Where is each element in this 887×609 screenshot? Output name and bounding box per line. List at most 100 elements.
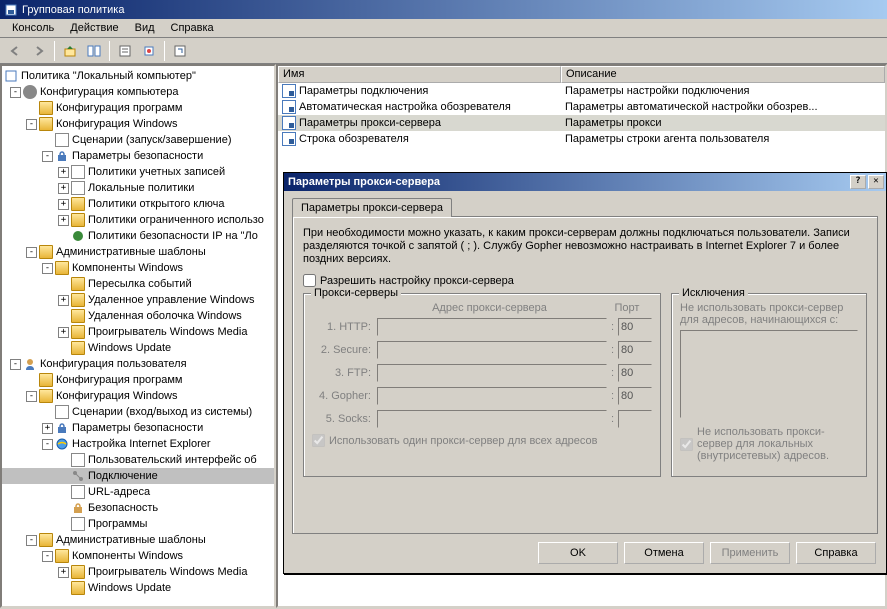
- socks-address-input[interactable]: [377, 410, 607, 428]
- tree-connection[interactable]: Подключение: [2, 468, 274, 484]
- folder-open-icon: [55, 261, 69, 275]
- tree-sec-params2[interactable]: +Параметры безопасности: [2, 420, 274, 436]
- show-hide-button[interactable]: [83, 40, 105, 62]
- expand-icon[interactable]: +: [42, 423, 53, 434]
- expand-icon[interactable]: +: [58, 183, 69, 194]
- tab-proxy[interactable]: Параметры прокси-сервера: [292, 198, 452, 217]
- refresh-button[interactable]: [169, 40, 191, 62]
- tree-prog-config2[interactable]: Конфигурация программ: [2, 372, 274, 388]
- tree-prog-config[interactable]: Конфигурация программ: [2, 100, 274, 116]
- tree-win-components2[interactable]: -Компоненты Windows: [2, 548, 274, 564]
- dialog-titlebar[interactable]: Параметры прокси-сервера ? ✕: [284, 173, 886, 191]
- lock-icon: [71, 501, 85, 515]
- help-button[interactable]: Справка: [796, 542, 876, 564]
- tree-win-components[interactable]: -Компоненты Windows: [2, 260, 274, 276]
- tree-admin-templates2[interactable]: -Административные шаблоны: [2, 532, 274, 548]
- apply-button[interactable]: Применить: [710, 542, 790, 564]
- collapse-icon[interactable]: -: [26, 119, 37, 130]
- col-desc[interactable]: Описание: [561, 66, 885, 83]
- expand-icon[interactable]: +: [58, 167, 69, 178]
- tree-programs[interactable]: Программы: [2, 516, 274, 532]
- properties-button[interactable]: [114, 40, 136, 62]
- enable-proxy-checkbox[interactable]: Разрешить настройку прокси-сервера: [303, 274, 867, 287]
- collapse-icon[interactable]: -: [42, 263, 53, 274]
- tree-wmp[interactable]: +Проигрыватель Windows Media: [2, 324, 274, 340]
- collapse-icon[interactable]: -: [26, 535, 37, 546]
- tree-user-config[interactable]: -Конфигурация пользователя: [2, 356, 274, 372]
- export-button[interactable]: [138, 40, 160, 62]
- tree-scenarios[interactable]: Сценарии (запуск/завершение): [2, 132, 274, 148]
- list-row[interactable]: Параметры прокси-сервераПараметры прокси: [278, 115, 885, 131]
- tree-sec-params[interactable]: -Параметры безопасности: [2, 148, 274, 164]
- list-row[interactable]: Автоматическая настройка обозревателяПар…: [278, 99, 885, 115]
- tree-user-iface[interactable]: Пользовательский интерфейс об: [2, 452, 274, 468]
- ftp-address-input[interactable]: [377, 364, 607, 382]
- http-address-input[interactable]: [377, 318, 607, 336]
- expand-icon[interactable]: +: [58, 215, 69, 226]
- tree-win-config[interactable]: -Конфигурация Windows: [2, 116, 274, 132]
- menu-action[interactable]: Действие: [62, 20, 126, 36]
- expand-icon[interactable]: +: [58, 567, 69, 578]
- tree-admin-templates[interactable]: -Административные шаблоны: [2, 244, 274, 260]
- tree-comp-config[interactable]: -Конфигурация компьютера: [2, 84, 274, 100]
- gopher-port-input[interactable]: [618, 387, 652, 405]
- tree-win-config2[interactable]: -Конфигурация Windows: [2, 388, 274, 404]
- lock-icon: [55, 421, 69, 435]
- expand-icon[interactable]: +: [58, 295, 69, 306]
- list-row[interactable]: Строка обозревателяПараметры строки аген…: [278, 131, 885, 147]
- tree-root[interactable]: Политика "Локальный компьютер": [2, 68, 274, 84]
- gopher-address-input[interactable]: [377, 387, 607, 405]
- exclusions-textarea[interactable]: [680, 330, 858, 418]
- tree-event-fwd[interactable]: Пересылка событий: [2, 276, 274, 292]
- ok-button[interactable]: OK: [538, 542, 618, 564]
- ie-icon: [55, 437, 69, 451]
- secure-address-input[interactable]: [377, 341, 607, 359]
- tree-security[interactable]: Безопасность: [2, 500, 274, 516]
- ftp-port-input[interactable]: [618, 364, 652, 382]
- same-proxy-checkbox[interactable]: Использовать один прокси-сервер для всех…: [312, 434, 652, 447]
- folder-icon: [71, 293, 85, 307]
- menu-view[interactable]: Вид: [127, 20, 163, 36]
- col-name[interactable]: Имя: [278, 66, 561, 83]
- back-button[interactable]: [4, 40, 26, 62]
- collapse-icon[interactable]: -: [42, 551, 53, 562]
- app-icon: [4, 3, 18, 17]
- tree-scenarios2[interactable]: Сценарии (вход/выход из системы): [2, 404, 274, 420]
- tree-rm-shell[interactable]: Удаленная оболочка Windows: [2, 308, 274, 324]
- folder-icon: [39, 373, 53, 387]
- collapse-icon[interactable]: -: [42, 439, 53, 450]
- close-button[interactable]: ✕: [868, 175, 884, 189]
- local-bypass-checkbox[interactable]: Не использовать прокси-сервер для локаль…: [680, 426, 858, 462]
- collapse-icon[interactable]: -: [10, 87, 21, 98]
- help-button[interactable]: ?: [850, 175, 866, 189]
- collapse-icon[interactable]: -: [26, 391, 37, 402]
- menu-help[interactable]: Справка: [163, 20, 222, 36]
- tree-pubkey-policies[interactable]: +Политики открытого ключа: [2, 196, 274, 212]
- secure-label: 2. Secure:: [312, 344, 377, 356]
- expand-icon[interactable]: +: [58, 327, 69, 338]
- cancel-button[interactable]: Отмена: [624, 542, 704, 564]
- expand-icon[interactable]: +: [58, 199, 69, 210]
- http-port-input[interactable]: [618, 318, 652, 336]
- forward-button[interactable]: [28, 40, 50, 62]
- menu-console[interactable]: Консоль: [4, 20, 62, 36]
- tree-remote-mgmt[interactable]: +Удаленное управление Windows: [2, 292, 274, 308]
- tree-restrict-policies[interactable]: +Политики ограниченного использо: [2, 212, 274, 228]
- socks-port-input[interactable]: [618, 410, 652, 428]
- up-button[interactable]: [59, 40, 81, 62]
- tree-acct-policies[interactable]: +Политики учетных записей: [2, 164, 274, 180]
- tree-ipsec-policies[interactable]: Политики безопасности IP на "Ло: [2, 228, 274, 244]
- tree-pane[interactable]: Политика "Локальный компьютер" -Конфигур…: [0, 64, 276, 608]
- list-row[interactable]: Параметры подключенияПараметры настройки…: [278, 83, 885, 99]
- collapse-icon[interactable]: -: [42, 151, 53, 162]
- tree-wupdate2[interactable]: Windows Update: [2, 580, 274, 596]
- tree-wmp2[interactable]: +Проигрыватель Windows Media: [2, 564, 274, 580]
- tree-url-addr[interactable]: URL-адреса: [2, 484, 274, 500]
- collapse-icon[interactable]: -: [26, 247, 37, 258]
- tree-ie-settings[interactable]: -Настройка Internet Explorer: [2, 436, 274, 452]
- tree-local-policies[interactable]: +Локальные политики: [2, 180, 274, 196]
- secure-port-input[interactable]: [618, 341, 652, 359]
- tree-wupdate[interactable]: Windows Update: [2, 340, 274, 356]
- script-icon: [55, 405, 69, 419]
- collapse-icon[interactable]: -: [10, 359, 21, 370]
